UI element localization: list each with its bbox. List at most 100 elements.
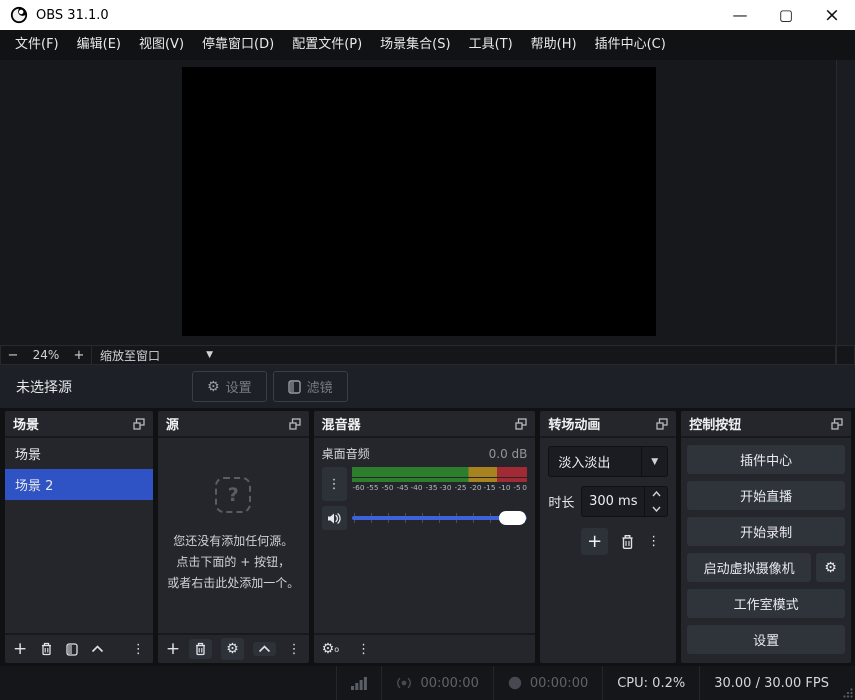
scene-row-selected[interactable]: 场景 2	[5, 469, 153, 500]
empty-hint-line: 或者右击此处添加一个。	[167, 573, 299, 594]
start-virtual-camera-button[interactable]: 启动虚拟摄像机	[687, 553, 811, 582]
resize-grip[interactable]	[843, 688, 853, 698]
menu-edit[interactable]: 编辑(E)	[68, 30, 130, 60]
close-button[interactable]: ×	[809, 0, 855, 30]
menu-profile[interactable]: 配置文件(P)	[283, 30, 371, 60]
zoom-in-button[interactable]: +	[67, 348, 91, 363]
advanced-audio-button[interactable]: ⚙o	[322, 641, 339, 657]
channel-menu-button[interactable]: ⋮	[322, 467, 347, 501]
audio-mixer-panel: 混音器 桌面音频 0.0 dB ⋮	[314, 411, 536, 663]
menu-help[interactable]: 帮助(H)	[522, 30, 586, 60]
duration-value: 300 ms	[582, 487, 644, 516]
gear-icon: ⚙	[824, 560, 837, 576]
mute-button[interactable]	[322, 506, 347, 530]
scene-filters-button[interactable]	[66, 643, 78, 656]
menu-view[interactable]: 视图(V)	[130, 30, 193, 60]
record-time: 00:00:00	[530, 676, 588, 691]
minimize-button[interactable]: —	[717, 0, 763, 30]
preview-canvas	[182, 67, 656, 336]
spinner-up-button[interactable]	[645, 487, 667, 502]
obs-logo-icon	[10, 6, 28, 24]
stream-timer: 00:00:00	[381, 666, 492, 700]
zoom-fit-dropdown[interactable]: 缩放至窗口 ▼	[91, 345, 221, 365]
start-streaming-button[interactable]: 开始直播	[687, 481, 845, 510]
properties-button[interactable]: ⚙ 设置	[192, 371, 267, 402]
menu-file[interactable]: 文件(F)	[6, 30, 68, 60]
chevron-down-icon: ▼	[206, 350, 213, 360]
channel-level-db: 0.0 dB	[489, 447, 528, 461]
scenes-panel-header: 场景	[5, 411, 153, 438]
sources-toolbar: + ⚙ ⋮	[158, 633, 309, 663]
filters-button[interactable]: 滤镜	[273, 371, 348, 402]
popout-icon[interactable]	[656, 418, 668, 430]
empty-hint-line: 点击下面的 + 按钮，	[176, 552, 290, 573]
volume-slider[interactable]	[352, 506, 528, 530]
sources-panel: 源 ? 您还没有添加任何源。 点击下面的 + 按钮， 或者右击此处添加一个。 +	[158, 411, 309, 663]
controls-panel-header: 控制按钮	[681, 411, 851, 438]
mixer-channel: 桌面音频 0.0 dB ⋮ -60-55-50-45-40-35-30-25-2…	[314, 438, 536, 633]
remove-source-button[interactable]	[189, 639, 212, 659]
popout-icon[interactable]	[289, 418, 301, 430]
preview-area	[0, 60, 855, 345]
record-dot-icon	[508, 676, 522, 690]
studio-mode-button[interactable]: 工作室模式	[687, 589, 845, 618]
slider-handle[interactable]	[499, 511, 526, 525]
transition-selected: 淡入淡出	[549, 452, 641, 471]
plugin-center-button[interactable]: 插件中心	[687, 445, 845, 474]
sources-list-empty[interactable]: ? 您还没有添加任何源。 点击下面的 + 按钮， 或者右击此处添加一个。	[158, 438, 309, 633]
add-scene-button[interactable]: +	[13, 639, 27, 659]
transitions-panel-header: 转场动画	[540, 411, 676, 438]
scenes-menu-button[interactable]: ⋮	[132, 642, 145, 657]
titlebar: OBS 31.1.0 — ▢ ×	[0, 0, 855, 30]
add-source-button[interactable]: +	[166, 639, 180, 659]
volume-meter-left	[352, 467, 528, 477]
scenes-panel: 场景 场景 场景 2 +	[5, 411, 153, 663]
menu-scene-collection[interactable]: 场景集合(S)	[371, 30, 459, 60]
spinner-down-button[interactable]	[645, 502, 667, 517]
transition-menu-button[interactable]: ⋮	[647, 534, 660, 549]
popout-icon[interactable]	[515, 418, 527, 430]
preview-vertical-scrollbar[interactable]	[836, 60, 855, 345]
chevron-down-icon: ▼	[641, 447, 667, 476]
source-properties-button[interactable]: ⚙	[221, 638, 244, 660]
scene-row[interactable]: 场景	[5, 438, 153, 469]
stream-time: 00:00:00	[420, 676, 478, 691]
statusbar: 00:00:00 00:00:00 CPU: 0.2% 30.00 / 30.0…	[0, 666, 855, 700]
remove-transition-button[interactable]	[620, 534, 635, 550]
duration-label: 时长	[548, 492, 574, 511]
gear-icon: ⚙	[207, 379, 220, 395]
menubar: 文件(F) 编辑(E) 视图(V) 停靠窗口(D) 配置文件(P) 场景集合(S…	[0, 30, 855, 60]
channel-name: 桌面音频	[322, 445, 370, 462]
menu-tools[interactable]: 工具(T)	[460, 30, 522, 60]
remove-scene-button[interactable]	[40, 642, 53, 656]
menu-docks[interactable]: 停靠窗口(D)	[193, 30, 283, 60]
signal-bars-icon	[351, 677, 367, 690]
menu-plugin-center[interactable]: 插件中心(C)	[586, 30, 675, 60]
transitions-title: 转场动画	[548, 414, 600, 433]
popout-icon[interactable]	[133, 418, 145, 430]
obs-window: OBS 31.1.0 — ▢ × 文件(F) 编辑(E) 视图(V) 停靠窗口(…	[0, 0, 855, 700]
zoom-out-button[interactable]: −	[1, 348, 25, 363]
maximize-button[interactable]: ▢	[763, 0, 809, 30]
speaker-icon	[327, 512, 342, 525]
move-scene-up-button[interactable]	[91, 645, 104, 653]
transition-select[interactable]: 淡入淡出 ▼	[548, 446, 668, 477]
duration-spinner[interactable]: 300 ms	[581, 486, 668, 517]
no-source-label: 未选择源	[16, 377, 192, 397]
move-source-up-button[interactable]	[253, 642, 276, 656]
scene-name: 场景 2	[15, 475, 53, 494]
controls-panel: 控制按钮 插件中心 开始直播 开始录制 启动虚拟摄像机 ⚙ 工作室模式 设置	[681, 411, 851, 663]
sources-menu-button[interactable]: ⋮	[288, 642, 301, 657]
settings-button[interactable]: 设置	[687, 625, 845, 654]
controls-body: 插件中心 开始直播 开始录制 启动虚拟摄像机 ⚙ 工作室模式 设置	[681, 438, 851, 663]
gears-icon: ⚙	[322, 641, 335, 657]
kebab-icon: ⋮	[328, 477, 341, 492]
add-transition-button[interactable]: +	[581, 528, 608, 555]
fps-readout: 30.00 / 30.00 FPS	[699, 666, 855, 700]
properties-label: 设置	[226, 377, 252, 396]
start-recording-button[interactable]: 开始录制	[687, 517, 845, 546]
network-status	[336, 666, 381, 700]
popout-icon[interactable]	[831, 418, 843, 430]
mixer-menu-button[interactable]: ⋮	[357, 642, 370, 657]
virtual-camera-settings-button[interactable]: ⚙	[816, 553, 845, 582]
